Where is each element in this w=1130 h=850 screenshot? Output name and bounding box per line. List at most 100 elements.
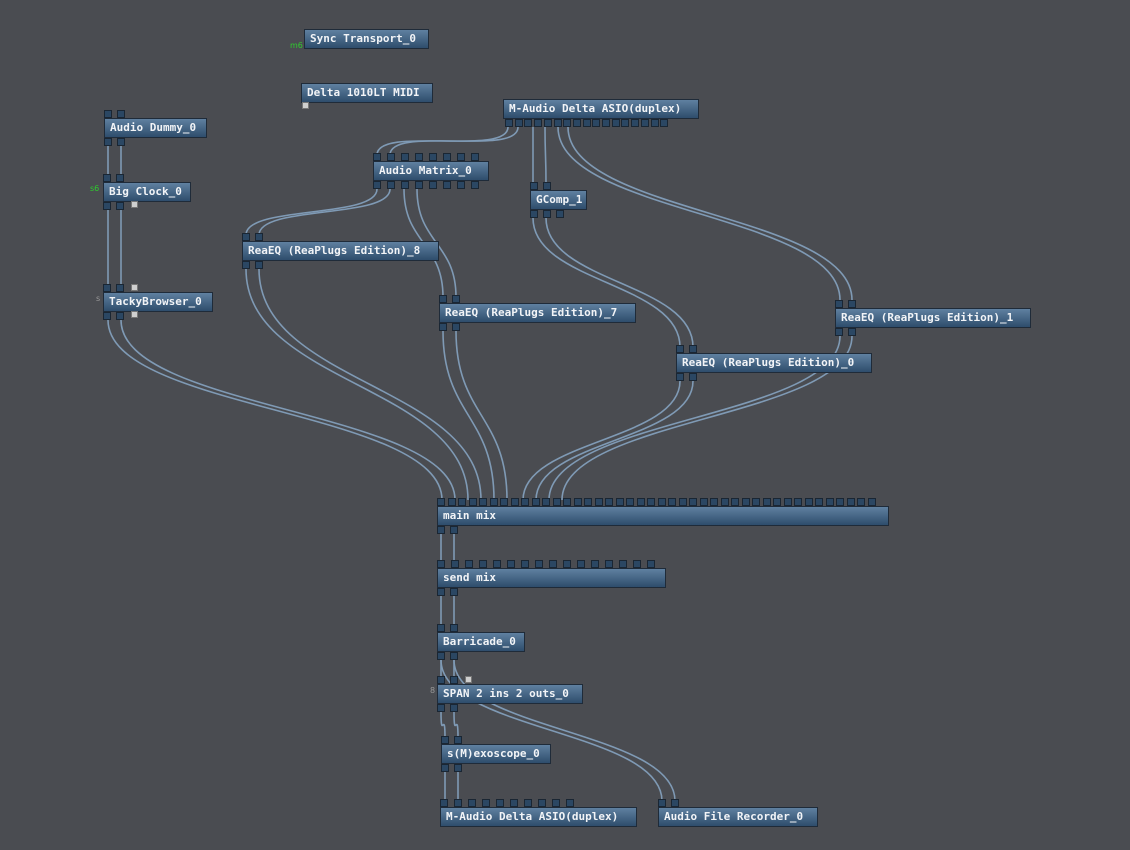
- wire[interactable]: [440, 711, 446, 739]
- connection-port[interactable]: [848, 328, 856, 336]
- connection-port[interactable]: [584, 498, 592, 506]
- node-maudio-output[interactable]: M-Audio Delta ASIO(duplex): [440, 807, 637, 827]
- connection-port[interactable]: [496, 799, 504, 807]
- connection-port[interactable]: [471, 181, 479, 189]
- connection-port[interactable]: [835, 300, 843, 308]
- node-big-clock[interactable]: Big Clock_0: [103, 182, 191, 202]
- connection-port[interactable]: [507, 560, 515, 568]
- node-reaeq-8[interactable]: ReaEQ (ReaPlugs Edition)_8: [242, 241, 439, 261]
- connection-port[interactable]: [553, 119, 562, 127]
- connection-port[interactable]: [720, 498, 729, 506]
- node-exoscope[interactable]: s(M)exoscope_0: [441, 744, 551, 764]
- midi-port-square[interactable]: [131, 311, 138, 318]
- wire[interactable]: [453, 659, 676, 802]
- connection-port[interactable]: [668, 498, 676, 506]
- connection-port[interactable]: [387, 153, 395, 161]
- connection-port[interactable]: [242, 261, 250, 269]
- connection-port[interactable]: [255, 261, 263, 269]
- connection-port[interactable]: [373, 153, 381, 161]
- connection-port[interactable]: [454, 736, 462, 744]
- connection-port[interactable]: [543, 210, 551, 218]
- connection-port[interactable]: [117, 138, 125, 146]
- connection-port[interactable]: [458, 498, 466, 506]
- connection-port[interactable]: [450, 588, 458, 596]
- connection-port[interactable]: [848, 300, 856, 308]
- connection-port[interactable]: [633, 560, 641, 568]
- connection-port[interactable]: [626, 498, 634, 506]
- wire[interactable]: [107, 319, 443, 501]
- connection-port[interactable]: [443, 181, 451, 189]
- connection-port[interactable]: [572, 119, 581, 127]
- connection-port[interactable]: [437, 704, 445, 712]
- connection-port[interactable]: [468, 799, 476, 807]
- connection-port[interactable]: [450, 704, 458, 712]
- node-sync-transport[interactable]: Sync Transport_0: [304, 29, 429, 49]
- wire[interactable]: [535, 380, 694, 501]
- wire[interactable]: [442, 330, 495, 501]
- node-barricade[interactable]: Barricade_0: [437, 632, 525, 652]
- connection-port[interactable]: [762, 498, 771, 506]
- connection-port[interactable]: [255, 233, 263, 241]
- connection-port[interactable]: [535, 560, 543, 568]
- wire[interactable]: [245, 188, 378, 236]
- connection-port[interactable]: [543, 119, 552, 127]
- connection-port[interactable]: [846, 498, 855, 506]
- connection-port[interactable]: [524, 119, 533, 127]
- node-reaeq-7[interactable]: ReaEQ (ReaPlugs Edition)_7: [439, 303, 636, 323]
- wire[interactable]: [544, 126, 547, 185]
- connection-port[interactable]: [452, 323, 460, 331]
- connection-port[interactable]: [482, 799, 490, 807]
- connection-port[interactable]: [104, 138, 112, 146]
- connection-port[interactable]: [542, 498, 550, 506]
- connection-port[interactable]: [815, 498, 823, 506]
- connection-port[interactable]: [689, 345, 697, 353]
- connection-port[interactable]: [437, 588, 445, 596]
- midi-port-square[interactable]: [131, 201, 138, 208]
- connection-port[interactable]: [592, 119, 601, 127]
- connection-port[interactable]: [116, 284, 124, 292]
- connection-port[interactable]: [429, 181, 437, 189]
- connection-port[interactable]: [401, 181, 409, 189]
- connection-port[interactable]: [439, 295, 447, 303]
- connection-port[interactable]: [493, 560, 501, 568]
- wire[interactable]: [453, 711, 459, 739]
- connection-port[interactable]: [437, 526, 445, 534]
- connection-port[interactable]: [465, 560, 473, 568]
- connection-port[interactable]: [752, 498, 760, 506]
- node-reaeq-0[interactable]: ReaEQ (ReaPlugs Edition)_0: [676, 353, 872, 373]
- connection-port[interactable]: [857, 498, 865, 506]
- connection-port[interactable]: [563, 560, 571, 568]
- connection-port[interactable]: [450, 624, 458, 632]
- connection-port[interactable]: [563, 498, 571, 506]
- connection-port[interactable]: [439, 323, 447, 331]
- connection-port[interactable]: [678, 498, 687, 506]
- connection-port[interactable]: [556, 210, 564, 218]
- connection-port[interactable]: [103, 284, 111, 292]
- connection-port[interactable]: [660, 119, 669, 127]
- connection-port[interactable]: [657, 498, 666, 506]
- connection-port[interactable]: [552, 799, 560, 807]
- connection-port[interactable]: [671, 799, 679, 807]
- connection-port[interactable]: [116, 202, 124, 210]
- connection-port[interactable]: [387, 181, 395, 189]
- connection-port[interactable]: [534, 119, 543, 127]
- connection-port[interactable]: [647, 498, 655, 506]
- connection-port[interactable]: [699, 498, 708, 506]
- midi-port-square[interactable]: [465, 676, 472, 683]
- connection-port[interactable]: [401, 153, 409, 161]
- connection-port[interactable]: [611, 119, 620, 127]
- connection-port[interactable]: [741, 498, 750, 506]
- connection-port[interactable]: [636, 498, 645, 506]
- wire[interactable]: [258, 188, 391, 236]
- wire[interactable]: [545, 217, 694, 348]
- connection-port[interactable]: [103, 202, 111, 210]
- connection-port[interactable]: [531, 498, 540, 506]
- midi-port-square[interactable]: [302, 102, 309, 109]
- connection-port[interactable]: [538, 799, 546, 807]
- connection-port[interactable]: [452, 295, 460, 303]
- connection-port[interactable]: [582, 119, 591, 127]
- connection-port[interactable]: [647, 560, 655, 568]
- connection-port[interactable]: [116, 174, 124, 182]
- connection-port[interactable]: [468, 498, 477, 506]
- connection-port[interactable]: [457, 181, 465, 189]
